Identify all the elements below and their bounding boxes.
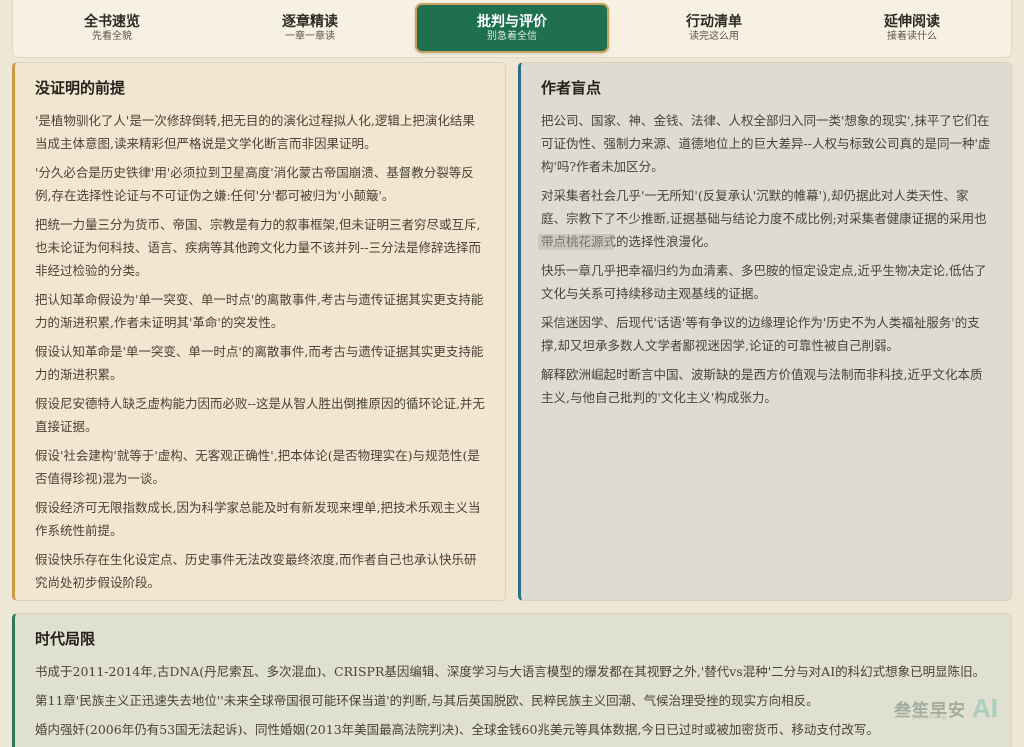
premise-paragraph: '是植物驯化了人'是一次修辞倒转,把无目的的演化过程拟人化,逻辑上把演化结果当成… — [35, 113, 475, 151]
blind-spot-paragraph: 采信迷因学、后现代'话语'等有争议的边缘理论作为'历史不为人类福祉服务'的支撑,… — [541, 315, 980, 353]
card-title: 时代局限 — [35, 631, 96, 648]
tab-subtitle: 别急着全信 — [487, 31, 537, 42]
premise-paragraph: 把认知革命假设为'单一突变、单一时点'的离散事件,考古与遗传证据其实更支持能力的… — [35, 292, 484, 330]
premise-paragraph: 把统一力量三分为货币、帝国、宗教是有力的叙事框架,但未证明三者穷尽或互斥,也未论… — [35, 217, 481, 278]
era-limitations-card: 时代局限 书成于2011-2014年,古DNA(丹尼索瓦、多次混血)、CRISP… — [12, 613, 1012, 747]
premise-paragraph: '分久必合是历史铁律'用'必须拉到卫星高度'消化蒙古帝国崩溃、基督教分裂等反例,… — [35, 165, 474, 203]
watermark-ai-logo: AI — [972, 693, 998, 723]
tab-subtitle: 读完这么用 — [689, 31, 739, 42]
tab-title: 行动清单 — [686, 13, 742, 29]
tab-critique[interactable]: 批判与评价 别急着全信 — [415, 3, 609, 53]
tab-subtitle: 一章一章读 — [285, 31, 335, 42]
card-title: 没证明的前提 — [35, 80, 126, 97]
unproven-premises-card: 没证明的前提 '是植物驯化了人'是一次修辞倒转,把无目的的演化过程拟人化,逻辑上… — [12, 62, 506, 601]
brand-watermark: 叁笙早安 AI Sansheng — [894, 693, 998, 724]
author-blind-spots-card: 作者盲点 把公司、国家、神、金钱、法律、人权全部归入同一类'想象的现实',抹平了… — [518, 62, 1012, 601]
tab-action-list[interactable]: 行动清单 读完这么用 — [615, 3, 813, 53]
tab-title: 全书速览 — [84, 13, 140, 29]
tab-overview[interactable]: 全书速览 先看全貌 — [13, 3, 211, 53]
tab-chapter-reading[interactable]: 逐章精读 一章一章读 — [211, 3, 409, 53]
limitation-paragraph: 婚内强奸(2006年仍有53国无法起诉)、同性婚姻(2013年美国最高法院判决)… — [35, 722, 879, 737]
section-tab-bar: 全书速览 先看全貌 逐章精读 一章一章读 批判与评价 别急着全信 行动清单 读完… — [12, 0, 1012, 58]
tab-further-reading[interactable]: 延伸阅读 接着读什么 — [813, 3, 1011, 53]
limitation-paragraph: 书成于2011-2014年,古DNA(丹尼索瓦、多次混血)、CRISPR基因编辑… — [35, 664, 986, 679]
blind-spot-paragraph: 把公司、国家、神、金钱、法律、人权全部归入同一类'想象的现实',抹平了它们在可证… — [541, 113, 991, 174]
card-title: 作者盲点 — [541, 80, 602, 97]
tab-subtitle: 先看全貌 — [92, 31, 132, 42]
limitation-paragraph: 第11章'民族主义正迅速失去地位''未来全球帝国很可能环保当道'的判断,与其后英… — [35, 693, 819, 708]
text-selection-highlight — [538, 234, 614, 250]
tab-title: 延伸阅读 — [884, 13, 940, 29]
tab-title: 批判与评价 — [477, 13, 547, 29]
tab-title: 逐章精读 — [282, 13, 338, 29]
premise-paragraph: 假设经济可无限指数成长,因为科学家总能及时有新发现来埋单,把技术乐观主义当作系统… — [35, 500, 481, 538]
premise-paragraph: 假设尼安德特人缺乏虚构能力因而必败--这是从智人胜出倒推原因的循环论证,并无直接… — [35, 396, 485, 434]
blind-spot-paragraph: 解释欧洲崛起时断言中国、波斯缺的是西方价值观与法制而非科技,近乎文化本质主义,与… — [541, 367, 983, 405]
premise-paragraph: 假设'社会建构'就等于'虚构、无客观正确性',把本体论(是否物理实在)与规范性(… — [35, 448, 480, 486]
tab-subtitle: 接着读什么 — [887, 31, 937, 42]
premise-paragraph: 假设认知革命是'单一突变、单一时点'的离散事件,而考古与遗传证据其实更支持能力的… — [35, 344, 484, 382]
watermark-subtext: Sansheng — [912, 715, 948, 721]
premise-paragraph: 假设快乐存在生化设定点、历史事件无法改变最终浓度,而作者自己也承认快乐研究尚处初… — [35, 552, 477, 590]
blind-spot-paragraph: 快乐一章几乎把幸福归约为血清素、多巴胺的恒定设定点,近乎生物决定论,低估了文化与… — [541, 263, 987, 301]
